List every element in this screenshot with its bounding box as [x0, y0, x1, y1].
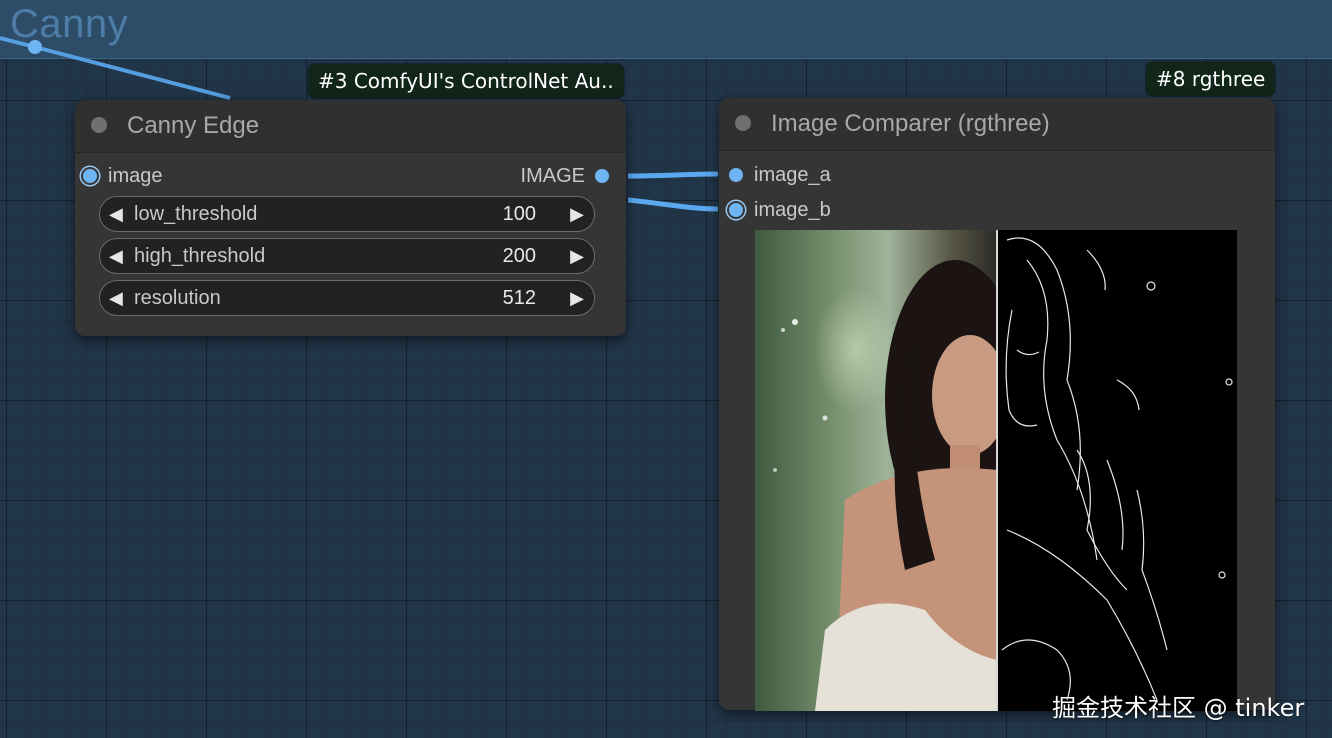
group-title: Canny: [10, 2, 129, 46]
canny-source-badge: #3 ComfyUI's ControlNet Au..: [308, 64, 624, 98]
canny-node-header[interactable]: Canny Edge: [75, 100, 626, 153]
original-photo-preview: [755, 230, 997, 711]
widget-label: high_threshold: [134, 245, 266, 267]
increment-arrow-icon[interactable]: ▶: [570, 239, 584, 273]
widget-value[interactable]: 200: [503, 239, 536, 273]
low-threshold-widget[interactable]: ◀ low_threshold 100 ▶: [99, 196, 595, 232]
comparer-source-badge: #8 rgthree: [1146, 62, 1276, 96]
increment-arrow-icon[interactable]: ▶: [570, 197, 584, 231]
input-dot[interactable]: [729, 168, 743, 182]
image-comparer-node[interactable]: Image Comparer (rgthree) image_a image_b: [719, 98, 1275, 711]
image-output-slot[interactable]: IMAGE: [495, 165, 620, 189]
compare-split-handle[interactable]: [996, 230, 998, 711]
image-input-label: image: [108, 165, 163, 187]
image-output-label: IMAGE: [520, 165, 585, 187]
decrement-arrow-icon[interactable]: ◀: [109, 281, 123, 315]
high-threshold-widget[interactable]: ◀ high_threshold 200 ▶: [99, 238, 595, 274]
comparison-image[interactable]: [755, 230, 1237, 711]
image-input-slot[interactable]: image: [83, 165, 283, 189]
group-header[interactable]: Canny: [0, 0, 1332, 59]
output-dot[interactable]: [595, 169, 609, 183]
image-a-label: image_a: [754, 164, 831, 186]
canny-node-title: Canny Edge: [127, 112, 260, 139]
decrement-arrow-icon[interactable]: ◀: [109, 197, 123, 231]
collapse-toggle[interactable]: [735, 115, 751, 131]
comparer-node-header[interactable]: Image Comparer (rgthree): [719, 98, 1275, 151]
widget-label: low_threshold: [134, 203, 258, 225]
watermark: 掘金技术社区 @ tinker: [1052, 694, 1305, 722]
image-b-label: image_b: [754, 199, 831, 221]
canny-edge-node[interactable]: Canny Edge image IMAGE ◀ low_threshold 1…: [75, 100, 626, 336]
input-dot[interactable]: [83, 169, 97, 183]
image-b-input-slot[interactable]: image_b: [729, 199, 929, 223]
decrement-arrow-icon[interactable]: ◀: [109, 239, 123, 273]
increment-arrow-icon[interactable]: ▶: [570, 281, 584, 315]
resolution-widget[interactable]: ◀ resolution 512 ▶: [99, 280, 595, 316]
widget-value[interactable]: 100: [503, 197, 536, 231]
canny-edge-preview: [997, 230, 1237, 711]
input-dot[interactable]: [729, 203, 743, 217]
widget-value[interactable]: 512: [503, 281, 536, 315]
comparer-node-title: Image Comparer (rgthree): [771, 110, 1050, 137]
collapse-toggle[interactable]: [91, 117, 107, 133]
image-a-input-slot[interactable]: image_a: [729, 164, 929, 188]
widget-label: resolution: [134, 287, 221, 309]
